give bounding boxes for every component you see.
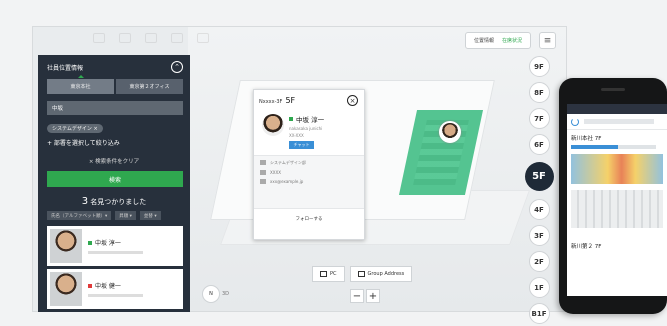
- list-item[interactable]: 中坂 健一: [47, 269, 183, 309]
- department-chip[interactable]: システムデザイン ×: [47, 124, 103, 133]
- phone-floorplan[interactable]: [571, 190, 663, 228]
- floor-selector: 9F 8F 7F 6F 5F 4F 3F 2F 1F B1F: [524, 56, 554, 326]
- building-icon: [260, 160, 266, 165]
- floor-button-9f[interactable]: 9F: [528, 56, 550, 77]
- phone-status-bar: [567, 104, 667, 114]
- office-tabs: 東京本社 東京第２オフィス: [47, 79, 183, 94]
- search-input[interactable]: 中坂: [47, 101, 183, 115]
- detail-row: システムデザイン部: [260, 160, 358, 166]
- status-dot-icon: [88, 283, 92, 288]
- floor-button-3f[interactable]: 3F: [528, 225, 550, 246]
- person-popup: Nxxxx-3F 5F × 中坂 淳一 nakasaka junichi XX-X…: [253, 89, 365, 240]
- status-label: 在席状況: [501, 38, 522, 44]
- list-item[interactable]: 中坂 淳一: [47, 226, 183, 266]
- map-person-avatar[interactable]: [439, 121, 461, 143]
- sidebar-title: 社員位置情報: [47, 64, 84, 72]
- location-label: 位置情報: [473, 38, 494, 44]
- top-toolbar: 位置情報 在席状況 ≡: [464, 32, 556, 49]
- floor-button-8f[interactable]: 8F: [528, 82, 550, 103]
- person-extension: XX-XXX: [289, 133, 304, 138]
- chat-button[interactable]: チャット: [289, 141, 314, 149]
- avatar: [50, 229, 82, 263]
- status-dot-icon: [289, 117, 293, 121]
- floor-button-1f[interactable]: 1F: [528, 277, 550, 298]
- popup-details: システムデザイン部 XXXX xxx@example.jp: [254, 156, 364, 208]
- add-department-link[interactable]: + 部署を選択して絞り込み: [47, 138, 183, 147]
- result-suffix: 名見つかりました: [90, 198, 147, 206]
- floor-button-7f[interactable]: 7F: [528, 108, 550, 129]
- tab-office-1[interactable]: 東京本社: [47, 79, 114, 94]
- phone-floor-label: 新川第２ 7F: [571, 244, 602, 250]
- sort-filters: 氏名（アルファベット順）▾ 昇順 ▾ 並替 ▾: [47, 211, 183, 220]
- zoom-controls: − +: [350, 289, 380, 303]
- floor-button-2f[interactable]: 2F: [528, 251, 550, 272]
- sidebar-header: 社員位置情報 ⌃: [38, 55, 190, 73]
- floor-button-5f[interactable]: 5F: [524, 162, 554, 191]
- clear-search-link[interactable]: × 検索条件をクリア: [38, 157, 190, 165]
- tab-indicator: [78, 75, 84, 78]
- sort-field-select[interactable]: 氏名（アルファベット順）▾: [47, 211, 112, 220]
- person-kana: nakasaka junichi: [289, 126, 323, 131]
- screenshot-stage: 位置情報 在席状況 ≡ 社員位置情報 ⌃ 東京本社 東京第２オフィス 中坂 シス…: [0, 0, 667, 326]
- popup-person: 中坂 淳一 nakasaka junichi XX-XXX チャット: [262, 114, 364, 149]
- collapse-icon[interactable]: ⌃: [171, 61, 183, 73]
- person-name-row: 中坂 健一: [88, 281, 143, 290]
- popup-location: Nxxxx-3F 5F: [259, 96, 296, 105]
- view-mode-label: 3D: [222, 291, 230, 297]
- popup-floor: 5F: [285, 96, 296, 105]
- popup-header: Nxxxx-3F 5F ×: [254, 90, 364, 106]
- floor-button-6f[interactable]: 6F: [528, 134, 550, 155]
- person-name: 中坂 淳一: [296, 116, 325, 124]
- status-dot-icon: [88, 240, 92, 245]
- phone-heatmap[interactable]: [571, 154, 663, 184]
- phone-title-bar: [584, 119, 654, 124]
- result-summary: 3 名見つかりました: [38, 196, 190, 207]
- sidebar: 社員位置情報 ⌃ 東京本社 東京第２オフィス 中坂 システムデザイン × + 部…: [38, 55, 190, 312]
- person-subline: [88, 251, 143, 254]
- mail-icon: [260, 179, 266, 184]
- person-name-row: 中坂 淳一: [88, 238, 143, 247]
- avatar: [262, 114, 284, 136]
- popup-person-name: 中坂 淳一: [289, 114, 324, 124]
- phone-icon: [357, 271, 365, 277]
- person-name: 中坂 淳一: [95, 240, 121, 247]
- bottom-controls: PC Group Address: [312, 266, 413, 282]
- sort-mode-select[interactable]: 並替 ▾: [139, 211, 161, 220]
- refresh-icon[interactable]: [571, 117, 579, 126]
- pc-button[interactable]: PC: [312, 266, 345, 282]
- avatar: [50, 272, 82, 306]
- faded-toolbar: [93, 33, 223, 45]
- phone-screen: 新川本社 7F 新川第２ 7F: [567, 104, 667, 296]
- sort-order-select[interactable]: 昇順 ▾: [115, 211, 136, 220]
- floor-button-b1f[interactable]: B1F: [528, 303, 550, 324]
- menu-icon[interactable]: ≡: [539, 32, 556, 49]
- tab-office-2[interactable]: 東京第２オフィス: [116, 79, 183, 94]
- detail-row: xxx@example.jp: [260, 179, 358, 184]
- search-button[interactable]: 検索: [47, 171, 183, 187]
- person-name: 中坂 健一: [95, 283, 121, 290]
- speaker-icon: [601, 88, 625, 91]
- result-count: 3: [81, 196, 89, 207]
- phone-nav: [567, 114, 667, 130]
- monitor-icon: [320, 271, 327, 277]
- smartphone-mockup: 新川本社 7F 新川第２ 7F: [559, 78, 667, 314]
- group-address-button[interactable]: Group Address: [349, 266, 413, 282]
- close-icon[interactable]: ×: [347, 95, 358, 106]
- view-toggle[interactable]: 位置情報 在席状況: [464, 32, 531, 49]
- compass-icon[interactable]: N: [202, 285, 220, 303]
- zoom-out-button[interactable]: −: [350, 289, 364, 303]
- zoom-in-button[interactable]: +: [366, 289, 380, 303]
- phone-occupancy-fill: [571, 145, 618, 149]
- phone-occupancy-bar: [571, 145, 656, 149]
- phone-floor-label: 新川本社 7F: [571, 136, 602, 142]
- follow-button[interactable]: フォローする: [254, 208, 364, 222]
- floor-button-4f[interactable]: 4F: [528, 199, 550, 220]
- phone-icon: [260, 170, 266, 175]
- detail-row: XXXX: [260, 170, 358, 175]
- person-subline: [88, 294, 143, 297]
